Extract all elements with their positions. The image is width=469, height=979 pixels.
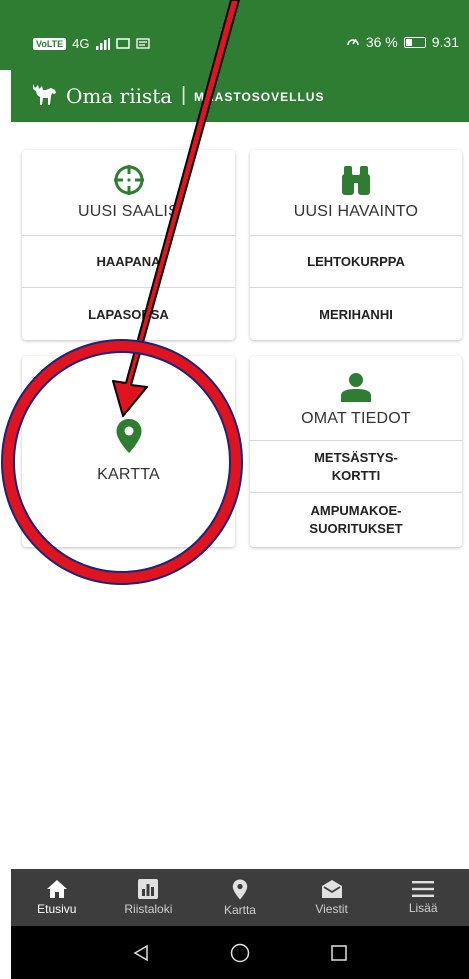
annotation-circle-inner (3, 341, 241, 583)
annotation-overlay (1, 0, 243, 585)
phone-screen: VoLTE 4G 36 % 9.31 Oma riista | MAASTOSO… (0, 0, 469, 979)
